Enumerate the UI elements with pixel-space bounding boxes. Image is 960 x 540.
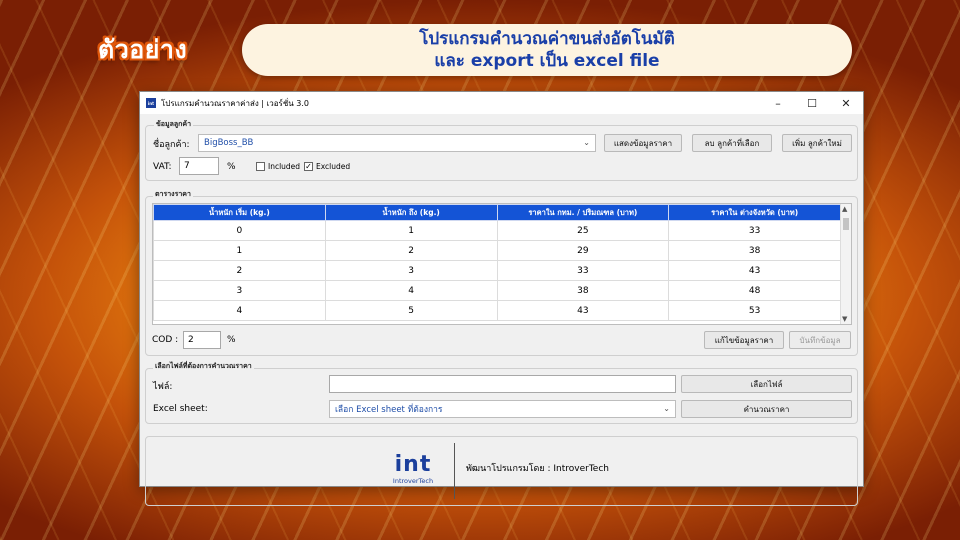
table-row[interactable]: 2 3 33 43 bbox=[153, 260, 841, 281]
scroll-up-icon[interactable]: ▲ bbox=[842, 205, 847, 213]
example-badge: ตัวอย่าง bbox=[98, 35, 188, 64]
close-icon[interactable]: ✕ bbox=[829, 92, 863, 114]
app-window: int โปรแกรมคำนวณราคาค่าส่ง | เวอร์ชั่น 3… bbox=[139, 91, 864, 506]
footer-divider bbox=[454, 443, 455, 499]
table-cell[interactable]: 38 bbox=[668, 240, 841, 261]
show-price-button[interactable]: แสดงข้อมูลราคา bbox=[604, 134, 682, 152]
table-row[interactable]: 3 4 38 48 bbox=[153, 280, 841, 301]
edit-price-button[interactable]: แก้ไขข้อมูลราคา bbox=[704, 331, 784, 349]
window-controls: – ☐ ✕ bbox=[761, 92, 863, 114]
app-icon: int bbox=[146, 98, 156, 108]
column-header[interactable]: ราคาใน กทม. / ปริมณฑล (บาท) bbox=[496, 204, 670, 221]
vat-unit: % bbox=[227, 162, 236, 172]
table-cell[interactable]: 5 bbox=[324, 300, 498, 321]
column-header[interactable]: น้ำหนัก เริ่ม (kg.) bbox=[153, 204, 326, 221]
included-checkbox[interactable]: Included bbox=[256, 162, 300, 171]
chevron-down-icon: ⌄ bbox=[583, 138, 590, 147]
company-logo: int IntroverTech bbox=[386, 452, 440, 485]
table-header-row: น้ำหนัก เริ่ม (kg.) น้ำหนัก ถึง (kg.) รา… bbox=[153, 204, 841, 221]
minimize-icon[interactable]: – bbox=[761, 92, 795, 114]
customer-group: ข้อมูลลูกค้า ชื่อลูกค้า: BigBoss_BB ⌄ แส… bbox=[145, 119, 858, 181]
table-cell[interactable]: 2 bbox=[153, 260, 326, 281]
table-cell[interactable]: 43 bbox=[496, 300, 670, 321]
table-cell[interactable]: 1 bbox=[153, 240, 326, 261]
excluded-checkbox[interactable]: ✓ Excluded bbox=[304, 162, 350, 171]
scroll-down-icon[interactable]: ▼ bbox=[842, 315, 847, 323]
cod-label: COD : bbox=[152, 335, 179, 345]
table-cell[interactable]: 3 bbox=[324, 260, 498, 281]
developer-credit: พัฒนาโปรแกรมโดย : IntroverTech bbox=[466, 464, 609, 474]
table-cell[interactable]: 33 bbox=[496, 260, 670, 281]
sheet-label: Excel sheet: bbox=[153, 404, 208, 414]
cod-input[interactable]: 2 bbox=[183, 331, 221, 349]
table-cell[interactable]: 33 bbox=[668, 220, 841, 241]
included-label: Included bbox=[268, 162, 301, 171]
table-cell[interactable]: 25 bbox=[496, 220, 670, 241]
table-cell[interactable]: 53 bbox=[668, 300, 841, 321]
customer-select[interactable]: BigBoss_BB ⌄ bbox=[198, 134, 596, 152]
table-cell[interactable]: 2 bbox=[324, 240, 498, 261]
table-cell[interactable]: 48 bbox=[668, 280, 841, 301]
headline-banner: โปรแกรมคำนวณค่าขนส่งอัตโนมัติ และ export… bbox=[242, 24, 852, 76]
table-cell[interactable]: 1 bbox=[324, 220, 498, 241]
column-header[interactable]: ราคาใน ต่างจังหวัด (บาท) bbox=[668, 204, 841, 221]
headline-line-2: และ export เป็น excel file bbox=[434, 51, 660, 71]
customer-group-legend: ข้อมูลลูกค้า bbox=[154, 119, 194, 130]
table-cell[interactable]: 0 bbox=[153, 220, 326, 241]
save-price-button[interactable]: บันทึกข้อมูล bbox=[789, 331, 851, 349]
table-scrollbar[interactable]: ▲ ▼ bbox=[840, 204, 851, 324]
excluded-label: Excluded bbox=[316, 162, 351, 171]
maximize-icon[interactable]: ☐ bbox=[795, 92, 829, 114]
logo-mark: int bbox=[394, 452, 432, 477]
table-row[interactable]: 0 1 25 33 bbox=[153, 220, 841, 241]
file-path-input[interactable] bbox=[329, 375, 676, 393]
cod-unit: % bbox=[227, 335, 236, 345]
logo-subtitle: IntroverTech bbox=[392, 477, 434, 485]
price-table[interactable]: น้ำหนัก เริ่ม (kg.) น้ำหนัก ถึง (kg.) รา… bbox=[152, 203, 852, 325]
table-cell[interactable]: 29 bbox=[496, 240, 670, 261]
column-header[interactable]: น้ำหนัก ถึง (kg.) bbox=[324, 204, 498, 221]
add-customer-button[interactable]: เพิ่ม ลูกค้าใหม่ bbox=[782, 134, 852, 152]
table-row[interactable]: 1 2 29 38 bbox=[153, 240, 841, 261]
included-box[interactable] bbox=[256, 162, 265, 171]
customer-label: ชื่อลูกค้า: bbox=[153, 140, 190, 150]
table-cell[interactable]: 4 bbox=[153, 300, 326, 321]
calculate-button[interactable]: คำนวณราคา bbox=[681, 400, 852, 418]
vat-label: VAT: bbox=[153, 162, 172, 172]
table-row[interactable]: 4 5 43 53 bbox=[153, 300, 841, 321]
table-cell[interactable]: 3 bbox=[153, 280, 326, 301]
vat-input[interactable]: 7 bbox=[179, 157, 219, 175]
customer-select-value: BigBoss_BB bbox=[204, 138, 254, 148]
price-table-legend: ตารางราคา bbox=[153, 189, 193, 200]
check-icon[interactable]: ✓ bbox=[304, 162, 313, 171]
choose-file-button[interactable]: เลือกไฟล์ bbox=[681, 375, 852, 393]
scrollbar-thumb[interactable] bbox=[843, 218, 849, 230]
window-title: โปรแกรมคำนวณราคาค่าส่ง | เวอร์ชั่น 3.0 bbox=[161, 98, 310, 108]
file-label: ไฟล์: bbox=[153, 382, 173, 392]
delete-customer-button[interactable]: ลบ ลูกค้าที่เลือก bbox=[692, 134, 772, 152]
title-bar[interactable]: int โปรแกรมคำนวณราคาค่าส่ง | เวอร์ชั่น 3… bbox=[140, 92, 863, 114]
chevron-down-icon: ⌄ bbox=[663, 404, 670, 413]
sheet-select[interactable]: เลือก Excel sheet ที่ต้องการ ⌄ bbox=[329, 400, 676, 418]
headline-line-1: โปรแกรมคำนวณค่าขนส่งอัตโนมัติ bbox=[419, 29, 675, 49]
table-cell[interactable]: 43 bbox=[668, 260, 841, 281]
table-cell[interactable]: 38 bbox=[496, 280, 670, 301]
sheet-select-placeholder: เลือก Excel sheet ที่ต้องการ bbox=[335, 405, 443, 415]
file-group-legend: เลือกไฟล์ที่ต้องการคำนวณราคา bbox=[153, 361, 254, 372]
table-cell[interactable]: 4 bbox=[324, 280, 498, 301]
